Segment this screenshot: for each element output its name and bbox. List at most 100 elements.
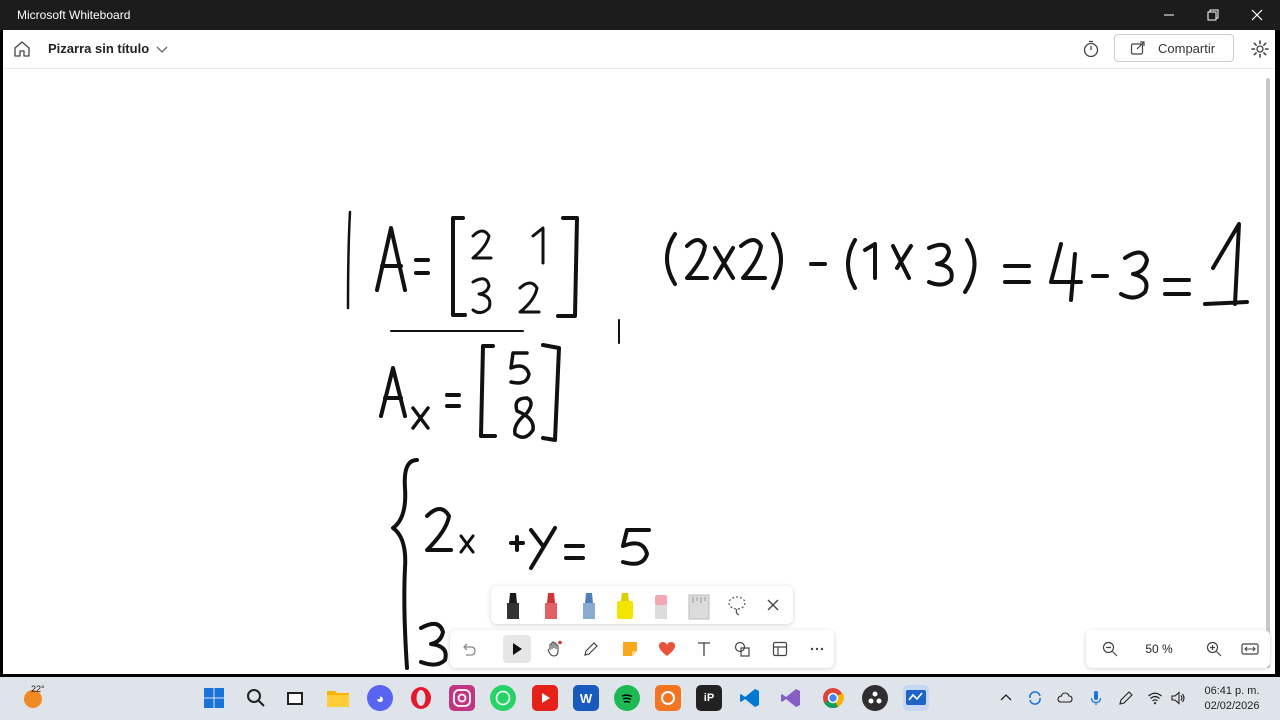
title-bar: Microsoft Whiteboard xyxy=(0,0,1280,30)
spotify-icon xyxy=(621,694,633,704)
close-window-button[interactable] xyxy=(1235,0,1279,30)
clock-time: 06:41 p. m. xyxy=(1204,685,1260,697)
discord-icon: ◕ xyxy=(376,690,384,706)
home-icon xyxy=(14,41,30,57)
windows-start-button[interactable] xyxy=(201,685,227,711)
ipvanish-button[interactable]: iP xyxy=(696,685,722,711)
ink-icon xyxy=(584,642,598,656)
home-button[interactable] xyxy=(11,38,33,60)
vscode-button[interactable] xyxy=(737,685,763,711)
search-icon xyxy=(247,689,265,707)
blue-pen-icon[interactable] xyxy=(575,589,603,621)
whiteboard-app: Pizarra sin título Compartir 50 % xyxy=(3,30,1275,674)
zoom-out-icon[interactable] xyxy=(1102,641,1118,657)
word-icon: W xyxy=(579,690,593,706)
shapes-icon xyxy=(734,641,750,657)
reaction-icon xyxy=(659,642,675,656)
opera-icon xyxy=(411,687,431,709)
board-title[interactable]: Pizarra sin título xyxy=(48,41,149,56)
instagram-button[interactable] xyxy=(449,685,475,711)
app-header: Pizarra sin título Compartir xyxy=(3,30,1275,69)
youtube-button[interactable] xyxy=(532,685,558,711)
share-button[interactable]: Compartir xyxy=(1114,34,1234,62)
instagram-icon xyxy=(453,689,471,707)
wifi-icon[interactable] xyxy=(1147,690,1163,706)
whatsapp-icon xyxy=(495,690,511,706)
more-icon xyxy=(810,647,824,651)
restore-button[interactable] xyxy=(1191,0,1235,30)
undo-button[interactable] xyxy=(454,635,482,663)
restore-icon xyxy=(1207,9,1219,21)
discord-button[interactable]: ◕ xyxy=(367,685,393,711)
sticky-note-icon xyxy=(623,642,637,656)
ipvanish-icon: iP xyxy=(703,692,715,704)
eraser-icon[interactable] xyxy=(647,589,675,621)
visual-studio-button[interactable] xyxy=(778,685,804,711)
volume-icon[interactable] xyxy=(1170,690,1186,706)
zoom-controls: 50 % xyxy=(1086,630,1270,668)
sticky-note-button[interactable] xyxy=(616,635,644,663)
chrome-button[interactable] xyxy=(820,685,846,711)
cloud-icon[interactable] xyxy=(1057,690,1073,706)
task-view-icon xyxy=(287,692,303,705)
taskbar: 22° ◕ W iP 06:41 p. m. 02/02/2026 xyxy=(0,677,1280,720)
whiteboard-icon xyxy=(906,690,926,705)
obs-button[interactable] xyxy=(862,685,888,711)
whatsapp-button[interactable] xyxy=(490,685,516,711)
task-view-button[interactable] xyxy=(282,685,308,711)
visual-studio-icon xyxy=(781,689,800,707)
minimize-button[interactable] xyxy=(1147,0,1191,30)
file-explorer-icon xyxy=(327,691,349,707)
templates-icon xyxy=(772,641,788,657)
app-title: Microsoft Whiteboard xyxy=(17,8,131,22)
chevron-up-icon[interactable] xyxy=(998,690,1014,706)
fit-to-screen-icon[interactable] xyxy=(1241,641,1259,657)
search-button[interactable] xyxy=(243,685,269,711)
black-pen-icon[interactable] xyxy=(499,589,527,621)
chevron-down-icon[interactable] xyxy=(155,42,169,56)
more-button[interactable] xyxy=(803,635,831,663)
select-icon xyxy=(513,643,522,655)
opera-button[interactable] xyxy=(408,685,434,711)
share-icon xyxy=(1130,41,1145,55)
microphone-icon[interactable] xyxy=(1088,690,1104,706)
crunchyroll-icon xyxy=(661,691,675,705)
vscode-icon xyxy=(740,689,759,707)
lasso-icon[interactable] xyxy=(723,589,751,621)
whiteboard-canvas[interactable] xyxy=(3,68,1263,674)
weather-temp: 22° xyxy=(31,684,45,694)
ink-button[interactable] xyxy=(577,635,605,663)
share-label: Compartir xyxy=(1158,40,1216,56)
crunchyroll-button[interactable] xyxy=(655,685,681,711)
whiteboard-button[interactable] xyxy=(903,685,929,711)
select-button[interactable] xyxy=(503,635,531,663)
youtube-icon xyxy=(542,693,550,703)
windows-start-icon xyxy=(204,688,224,708)
clock-date: 02/02/2026 xyxy=(1204,700,1260,712)
clock[interactable]: 06:41 p. m. 02/02/2026 xyxy=(1196,684,1268,714)
timer-icon[interactable] xyxy=(1081,39,1101,59)
hand-button[interactable] xyxy=(540,635,568,663)
word-button[interactable]: W xyxy=(573,685,599,711)
undo-icon xyxy=(463,643,476,656)
red-pen-icon[interactable] xyxy=(537,589,565,621)
pen-menu-icon[interactable] xyxy=(1118,690,1134,706)
hand-icon xyxy=(547,640,562,657)
scrollbar-thumb[interactable] xyxy=(1266,78,1270,668)
templates-button[interactable] xyxy=(766,635,794,663)
reaction-button[interactable] xyxy=(653,635,681,663)
settings-icon[interactable] xyxy=(1250,39,1270,59)
zoom-level[interactable]: 50 % xyxy=(1139,642,1179,656)
spotify-button[interactable] xyxy=(614,685,640,711)
ink-toolbar xyxy=(491,586,793,624)
close-ink-toolbar-icon[interactable] xyxy=(759,589,787,621)
sync-icon[interactable] xyxy=(1027,690,1043,706)
zoom-in-icon[interactable] xyxy=(1206,641,1222,657)
highlighter-icon[interactable] xyxy=(611,589,639,621)
shapes-button[interactable] xyxy=(728,635,756,663)
vertical-scrollbar[interactable] xyxy=(1266,70,1272,670)
ruler-icon[interactable] xyxy=(685,589,713,621)
text-button[interactable] xyxy=(690,635,718,663)
file-explorer-button[interactable] xyxy=(325,685,351,711)
text-icon xyxy=(698,642,710,656)
